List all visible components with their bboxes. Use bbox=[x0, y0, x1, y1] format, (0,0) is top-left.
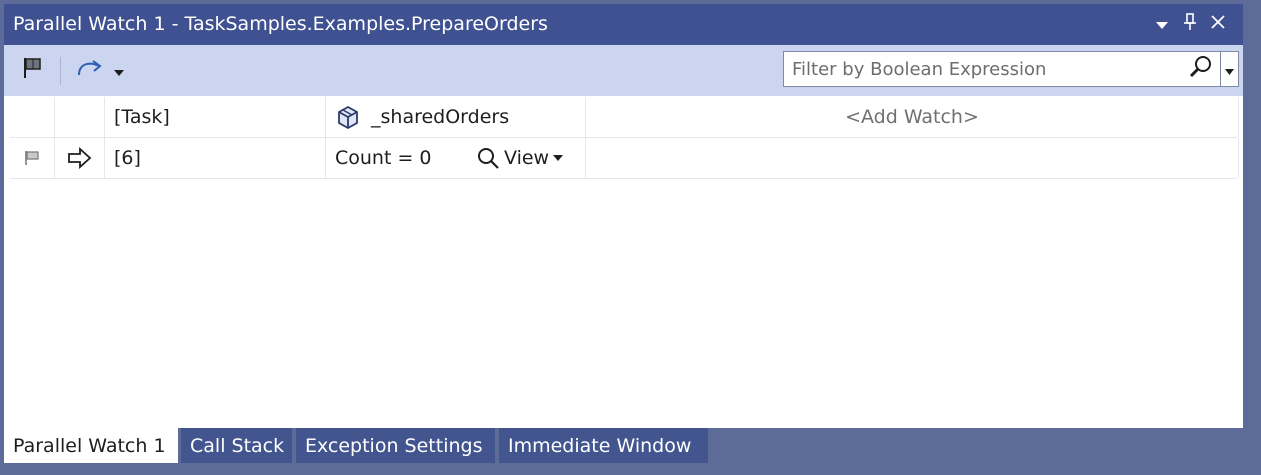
pin-button[interactable] bbox=[1177, 10, 1203, 38]
chevron-down-icon bbox=[1225, 60, 1234, 79]
window-options-button[interactable] bbox=[1149, 10, 1175, 38]
flag-button[interactable] bbox=[16, 55, 48, 85]
header-current-column bbox=[55, 97, 105, 137]
object-icon bbox=[335, 104, 361, 130]
grid-header-row: [Task] _sharedOrders <Add Watch> bbox=[10, 97, 1239, 138]
header-task-label: [Task] bbox=[114, 106, 170, 128]
row-add-watch-cell[interactable] bbox=[586, 138, 1239, 178]
pin-icon bbox=[1183, 13, 1197, 35]
flag-icon bbox=[20, 56, 44, 84]
magnifier-icon bbox=[476, 146, 500, 170]
dropdown-icon bbox=[1156, 15, 1168, 34]
close-icon bbox=[1210, 14, 1226, 34]
toolbar-separator bbox=[60, 57, 61, 85]
tab-exception-settings[interactable]: Exception Settings bbox=[296, 428, 495, 463]
switch-thread-icon bbox=[75, 57, 105, 83]
header-task-column[interactable]: [Task] bbox=[105, 97, 326, 137]
filter-search-button[interactable] bbox=[1185, 53, 1217, 85]
header-flag-column bbox=[10, 97, 55, 137]
switch-dropdown-button[interactable] bbox=[110, 55, 128, 85]
tab-label: Exception Settings bbox=[305, 434, 483, 457]
tab-immediate-window[interactable]: Immediate Window bbox=[499, 428, 708, 463]
parallel-watch-window: Parallel Watch 1 - TaskSamples.Examples.… bbox=[4, 4, 1243, 428]
shared-orders-value: Count = 0 bbox=[335, 147, 432, 169]
row-flag-cell[interactable] bbox=[10, 138, 55, 178]
task-id: [6] bbox=[114, 147, 141, 169]
tool-window-tabs: Parallel Watch 1 Call Stack Exception Se… bbox=[4, 428, 1243, 463]
filter-box bbox=[783, 51, 1239, 87]
chevron-down-icon bbox=[114, 61, 124, 80]
window-titlebar: Parallel Watch 1 - TaskSamples.Examples.… bbox=[4, 4, 1243, 45]
header-shared-orders-label: _sharedOrders bbox=[371, 106, 510, 128]
close-button[interactable] bbox=[1205, 10, 1231, 38]
toolbar bbox=[4, 45, 1243, 96]
view-button[interactable]: View bbox=[476, 138, 564, 178]
row-shared-orders-cell: Count = 0 View bbox=[326, 138, 586, 178]
view-button-label: View bbox=[504, 147, 550, 169]
chevron-down-icon bbox=[553, 155, 564, 161]
tab-label: Call Stack bbox=[190, 434, 285, 457]
watch-grid: [Task] _sharedOrders <Add Watch> [6] Cou… bbox=[10, 97, 1239, 181]
tab-parallel-watch[interactable]: Parallel Watch 1 bbox=[4, 428, 178, 463]
tab-label: Parallel Watch 1 bbox=[13, 434, 166, 457]
add-watch-cell[interactable]: <Add Watch> bbox=[586, 97, 1239, 137]
row-current-cell bbox=[55, 138, 105, 178]
tab-call-stack[interactable]: Call Stack bbox=[181, 428, 292, 463]
window-title: Parallel Watch 1 - TaskSamples.Examples.… bbox=[13, 13, 548, 35]
switch-thread-button[interactable] bbox=[72, 55, 108, 85]
header-shared-orders-column[interactable]: _sharedOrders bbox=[326, 97, 586, 137]
search-icon bbox=[1189, 55, 1213, 83]
flag-icon bbox=[23, 149, 41, 167]
filter-input[interactable] bbox=[784, 52, 1184, 86]
tab-label: Immediate Window bbox=[508, 434, 692, 457]
arrow-right-icon bbox=[67, 147, 93, 169]
add-watch-label: <Add Watch> bbox=[845, 106, 979, 128]
filter-dropdown-button[interactable] bbox=[1220, 52, 1238, 86]
table-row[interactable]: [6] Count = 0 View bbox=[10, 138, 1239, 179]
row-task-cell: [6] bbox=[105, 138, 326, 178]
